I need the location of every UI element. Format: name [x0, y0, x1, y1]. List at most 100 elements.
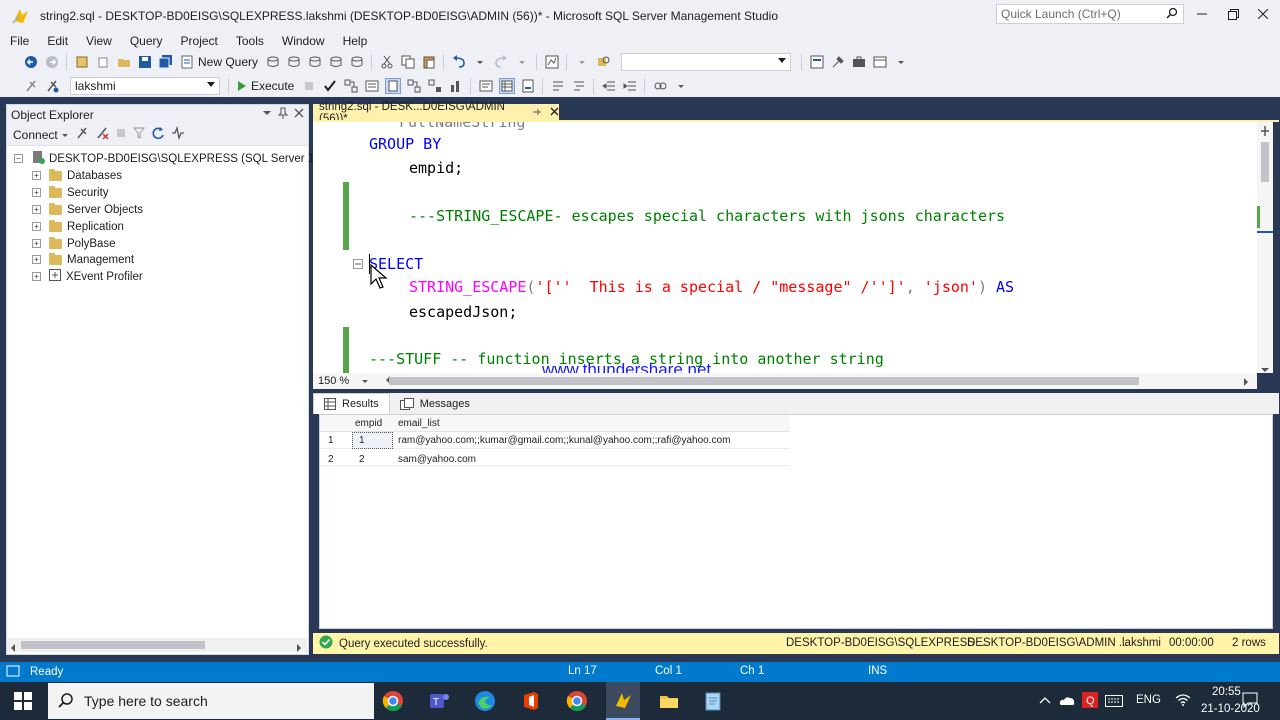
taskbar-search-box[interactable]: Type here to search: [48, 683, 374, 719]
tray-chevron-up-icon[interactable]: [1039, 695, 1051, 707]
scroll-down-icon[interactable]: [1261, 362, 1269, 376]
estimated-plan-icon[interactable]: [343, 78, 359, 94]
tree-server-node[interactable]: − DESKTOP-BD0EISG\SQLEXPRESS (SQL Server…: [14, 150, 353, 167]
close-window-icon[interactable]: [1256, 7, 1270, 21]
panel-dropdown-icon[interactable]: [262, 107, 272, 122]
cell-empid[interactable]: 2: [359, 451, 365, 468]
results-to-file-icon[interactable]: [520, 78, 536, 94]
results-to-grid-icon[interactable]: [498, 77, 515, 94]
menu-help[interactable]: Help: [333, 34, 376, 48]
refresh-icon[interactable]: [151, 126, 165, 143]
notepad-icon[interactable]: [700, 688, 726, 714]
sql-editor[interactable]: FullNameString GROUP BY empid; ---STRING…: [313, 122, 1257, 373]
properties-icon[interactable]: [830, 54, 846, 70]
tree-node-databases[interactable]: + Databases: [32, 167, 122, 184]
live-stats-icon[interactable]: [427, 78, 443, 94]
connect-button[interactable]: Connect: [13, 128, 69, 142]
tab-results[interactable]: Results: [313, 393, 390, 414]
execute-button[interactable]: Execute: [233, 79, 298, 93]
cell-email-list[interactable]: sam@yahoo.com: [398, 451, 476, 468]
pin-icon[interactable]: [277, 107, 289, 122]
scrollbar-thumb[interactable]: [389, 377, 1139, 385]
dax-query-icon[interactable]: [349, 54, 365, 70]
intellisense-icon[interactable]: [384, 77, 401, 94]
onedrive-icon[interactable]: [1059, 694, 1075, 709]
actual-plan-icon[interactable]: [406, 78, 422, 94]
customize-dropdown-icon[interactable]: [893, 54, 909, 70]
scrollbar-thumb[interactable]: [21, 641, 205, 649]
chrome-icon[interactable]: [380, 688, 406, 714]
uncomment-lines-icon[interactable]: [571, 78, 587, 94]
close-tab-icon[interactable]: [550, 107, 559, 119]
expand-icon[interactable]: +: [32, 171, 41, 180]
zoom-dropdown-icon[interactable]: [361, 377, 369, 385]
database-selector[interactable]: lakshmi: [70, 76, 220, 95]
results-to-text-icon[interactable]: [478, 78, 494, 94]
edge-icon[interactable]: [472, 688, 498, 714]
new-project-icon[interactable]: [74, 54, 90, 70]
save-all-icon[interactable]: [158, 54, 174, 70]
dmx-query-icon[interactable]: [307, 54, 323, 70]
object-explorer-hscroll[interactable]: [7, 638, 307, 652]
activity-icon[interactable]: [171, 125, 185, 143]
find-combo[interactable]: [621, 53, 792, 71]
find-icon[interactable]: [595, 54, 611, 70]
editor-vscroll[interactable]: [1257, 122, 1273, 373]
tray-language[interactable]: ENG: [1136, 694, 1161, 706]
windows-start-icon[interactable]: [14, 692, 32, 713]
expand-icon[interactable]: +: [32, 272, 41, 281]
stop-icon[interactable]: [115, 127, 127, 142]
split-editor-icon[interactable]: [1260, 125, 1270, 140]
tree-node-xevent-profiler[interactable]: + XEvent Profiler: [32, 268, 143, 285]
connect-object-icon[interactable]: [75, 126, 89, 143]
tree-node-management[interactable]: + Management: [32, 251, 134, 268]
menu-file[interactable]: File: [0, 34, 37, 48]
menu-project[interactable]: Project: [171, 34, 226, 48]
tree-node-replication[interactable]: + Replication: [32, 218, 124, 235]
tree-node-security[interactable]: + Security: [32, 184, 109, 201]
forward-icon[interactable]: [44, 54, 60, 70]
comment-lines-icon[interactable]: [550, 78, 566, 94]
scrollbar-thumb[interactable]: [1261, 142, 1269, 182]
toolbar-overflow-icon[interactable]: [673, 78, 689, 94]
scroll-left-icon[interactable]: [10, 641, 16, 655]
cut-icon[interactable]: [379, 54, 395, 70]
decrease-indent-icon[interactable]: [601, 78, 617, 94]
tab-messages[interactable]: Messages: [390, 393, 480, 414]
table-row[interactable]: [320, 449, 790, 466]
query-options-icon[interactable]: [364, 78, 380, 94]
increase-indent-icon[interactable]: [622, 78, 638, 94]
expand-icon[interactable]: +: [32, 205, 41, 214]
toolbox-icon[interactable]: [851, 54, 867, 70]
undo-icon[interactable]: [451, 54, 467, 70]
mdx-query-icon[interactable]: [286, 54, 302, 70]
change-connection-icon[interactable]: [44, 78, 60, 94]
menu-edit[interactable]: Edit: [37, 34, 76, 48]
db-engine-query-icon[interactable]: [265, 54, 281, 70]
teams-icon[interactable]: T: [426, 688, 452, 714]
window-layout-icon[interactable]: [872, 54, 888, 70]
expand-icon[interactable]: +: [32, 188, 41, 197]
minimize-icon[interactable]: [1195, 7, 1209, 21]
restore-icon[interactable]: [1226, 7, 1240, 21]
menu-window[interactable]: Window: [272, 34, 333, 48]
notifications-icon[interactable]: [1242, 692, 1258, 711]
tray-time[interactable]: 20:55: [1212, 686, 1241, 698]
ssms-taskbar-icon[interactable]: [606, 682, 640, 720]
copy-icon[interactable]: [400, 54, 416, 70]
redo-dropdown-icon[interactable]: [514, 54, 530, 70]
tree-node-polybase[interactable]: + PolyBase: [32, 235, 116, 252]
keyboard-icon[interactable]: [1105, 695, 1123, 710]
cell-email-list[interactable]: ram@yahoo.com;;kumar@gmail.com;;kunal@ya…: [398, 432, 730, 449]
collapse-icon[interactable]: −: [14, 154, 23, 163]
menu-view[interactable]: View: [76, 34, 120, 48]
activity-monitor-icon[interactable]: [544, 54, 560, 70]
wifi-icon[interactable]: [1175, 694, 1191, 709]
quick-launch-input[interactable]: Quick Launch (Ctrl+Q): [996, 4, 1184, 24]
undo-dropdown-icon[interactable]: [472, 54, 488, 70]
new-query-button[interactable]: New Query: [176, 55, 262, 69]
client-stats-icon[interactable]: [448, 78, 464, 94]
filter-icon[interactable]: [132, 127, 145, 142]
parse-icon[interactable]: [322, 78, 338, 94]
expand-icon[interactable]: +: [32, 239, 41, 248]
